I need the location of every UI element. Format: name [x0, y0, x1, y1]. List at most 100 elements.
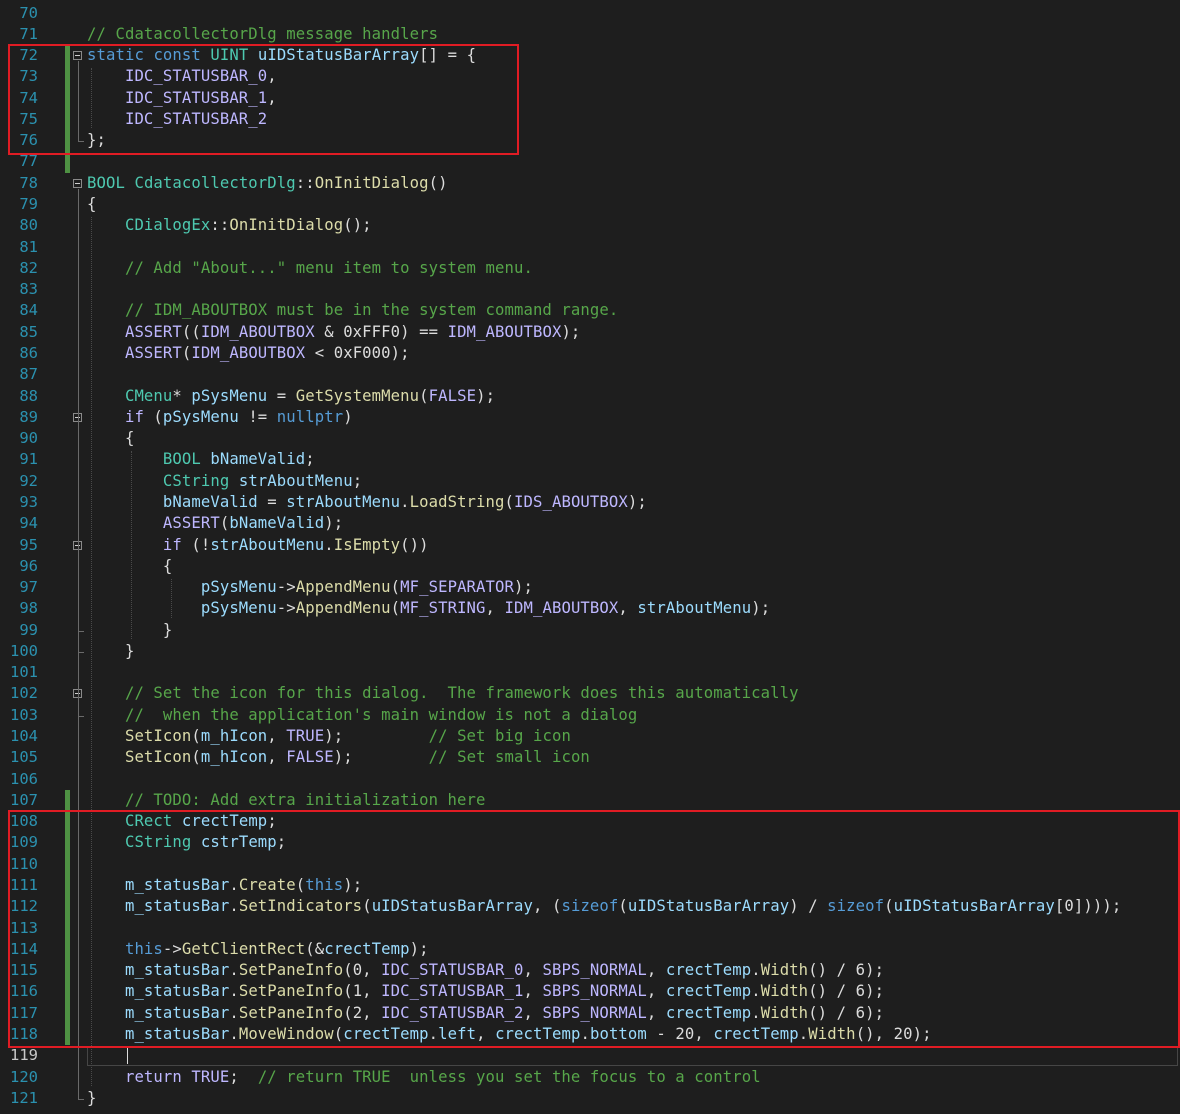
line-number: 94: [19, 514, 38, 533]
line-number: 86: [19, 343, 38, 362]
code-editor[interactable]: 70 71 // CdatacollectorDlg message handler…: [0, 0, 1180, 1114]
line-code: // Add "About..." menu item to system me…: [87, 258, 533, 279]
code-token: strAboutMenu: [238, 471, 353, 490]
code-line[interactable]: 70: [0, 3, 1180, 24]
code-token: ()): [400, 535, 429, 554]
code-token: (: [390, 599, 401, 618]
code-token: OnInitDialog: [314, 173, 429, 192]
line-code: CString strAboutMenu;: [87, 471, 362, 492]
code-token: IDM_ABOUTBOX: [200, 322, 315, 341]
line-number: 105: [10, 748, 38, 767]
code-line[interactable]: 85 ASSERT((IDM_ABOUTBOX & 0xFFF0) == IDM…: [0, 322, 1180, 343]
code-token: return: [124, 1067, 182, 1086]
code-token: // return TRUE unless you set the focus …: [257, 1067, 761, 1086]
code-line[interactable]: 80 CDialogEx::OnInitDialog();: [0, 215, 1180, 236]
code-token: // Add "About..." menu item to system me…: [124, 258, 533, 277]
code-line[interactable]: 71 // CdatacollectorDlg message handlers: [0, 24, 1180, 45]
code-line[interactable]: 83: [0, 279, 1180, 300]
code-line[interactable]: 78 BOOL CdatacollectorDlg::OnInitDialog(): [0, 173, 1180, 194]
code-token: ): [343, 407, 353, 426]
code-line[interactable]: 93 bNameValid = strAboutMenu.LoadString(…: [0, 492, 1180, 513]
code-line[interactable]: 95 if (!strAboutMenu.IsEmpty()): [0, 535, 1180, 556]
line-number: 107: [10, 790, 38, 809]
code-token: pSysMenu: [200, 599, 277, 618]
code-token: );: [751, 599, 771, 618]
code-token: }: [87, 620, 173, 639]
code-line[interactable]: 106: [0, 769, 1180, 790]
code-token: ->: [276, 578, 296, 597]
line-number: 88: [19, 386, 38, 405]
line-number: 89: [19, 407, 38, 426]
code-line[interactable]: 91 BOOL bNameValid;: [0, 449, 1180, 470]
line-code: ASSERT(IDM_ABOUTBOX < 0xF000);: [87, 343, 410, 364]
code-line[interactable]: 82 // Add "About..." menu item to system…: [0, 258, 1180, 279]
code-token: (: [219, 514, 230, 533]
line-number: 85: [19, 322, 38, 341]
code-line[interactable]: 98 pSysMenu->AppendMenu(MF_STRING, IDM_A…: [0, 598, 1180, 619]
code-line[interactable]: 97 pSysMenu->AppendMenu(MF_SEPARATOR);: [0, 577, 1180, 598]
code-line[interactable]: 96 {: [0, 556, 1180, 577]
code-line[interactable]: 107 // TODO: Add extra initialization he…: [0, 790, 1180, 811]
code-token: pSysMenu: [200, 578, 277, 597]
code-token: bNameValid: [162, 492, 258, 511]
line-number: 121: [10, 1088, 38, 1107]
code-line[interactable]: 89 if (pSysMenu != nullptr): [0, 407, 1180, 428]
code-line[interactable]: 119: [0, 1045, 1180, 1066]
line-code: // Set the icon for this dialog. The fra…: [87, 683, 799, 704]
code-line[interactable]: 92 CString strAboutMenu;: [0, 471, 1180, 492]
code-line[interactable]: 90 {: [0, 428, 1180, 449]
code-token: SetIcon: [124, 727, 192, 746]
code-token: );: [324, 514, 344, 533]
code-line[interactable]: 103 // when the application's main windo…: [0, 705, 1180, 726]
code-line[interactable]: 94 ASSERT(bNameValid);: [0, 513, 1180, 534]
code-line[interactable]: 121}: [0, 1088, 1180, 1109]
code-token: ASSERT: [124, 343, 182, 362]
code-token: }: [87, 1088, 97, 1107]
code-line[interactable]: 120 return TRUE; // return TRUE unless y…: [0, 1067, 1180, 1088]
code-line[interactable]: 79 {: [0, 194, 1180, 215]
code-line[interactable]: 88 CMenu* pSysMenu = GetSystemMenu(FALSE…: [0, 386, 1180, 407]
line-code: }: [87, 1088, 97, 1109]
code-line[interactable]: 101: [0, 662, 1180, 683]
code-token: ;: [305, 450, 315, 469]
code-token: (: [191, 748, 201, 767]
code-token: // Set big icon: [428, 727, 571, 746]
line-number: 103: [10, 705, 38, 724]
code-token: < 0xF000);: [305, 343, 410, 362]
code-token: {: [87, 429, 135, 448]
code-token: {: [87, 556, 173, 575]
code-line[interactable]: 104 SetIcon(m_hIcon, TRUE); // Set big i…: [0, 726, 1180, 747]
line-number: 100: [10, 641, 38, 660]
code-line[interactable]: 86 ASSERT(IDM_ABOUTBOX < 0xF000);: [0, 343, 1180, 364]
code-line[interactable]: 100 }: [0, 641, 1180, 662]
code-token: // CdatacollectorDlg message handlers: [87, 24, 439, 43]
code-token: );: [514, 578, 533, 597]
line-number: 96: [19, 556, 38, 575]
code-token: .: [400, 492, 410, 511]
code-line[interactable]: 87: [0, 364, 1180, 385]
code-token: BOOL: [87, 173, 125, 192]
code-token: );: [324, 727, 429, 746]
code-token: bNameValid: [229, 514, 325, 533]
line-code: {: [87, 428, 134, 449]
code-token: ASSERT: [162, 514, 220, 533]
line-number: 91: [19, 450, 38, 469]
code-token: m_hIcon: [200, 727, 268, 746]
code-token: ASSERT: [124, 322, 182, 341]
code-token: // Set small icon: [428, 748, 590, 767]
code-line[interactable]: 84 // IDM_ABOUTBOX must be in the system…: [0, 300, 1180, 321]
code-line[interactable]: 105 SetIcon(m_hIcon, FALSE); // Set smal…: [0, 747, 1180, 768]
code-line[interactable]: 99 }: [0, 620, 1180, 641]
line-number: 106: [10, 769, 38, 788]
code-token: strAboutMenu: [286, 492, 401, 511]
code-token: TRUE: [191, 1067, 230, 1086]
code-line[interactable]: 81: [0, 237, 1180, 258]
code-token: SetIcon: [124, 748, 192, 767]
code-line[interactable]: 102 // Set the icon for this dialog. The…: [0, 683, 1180, 704]
